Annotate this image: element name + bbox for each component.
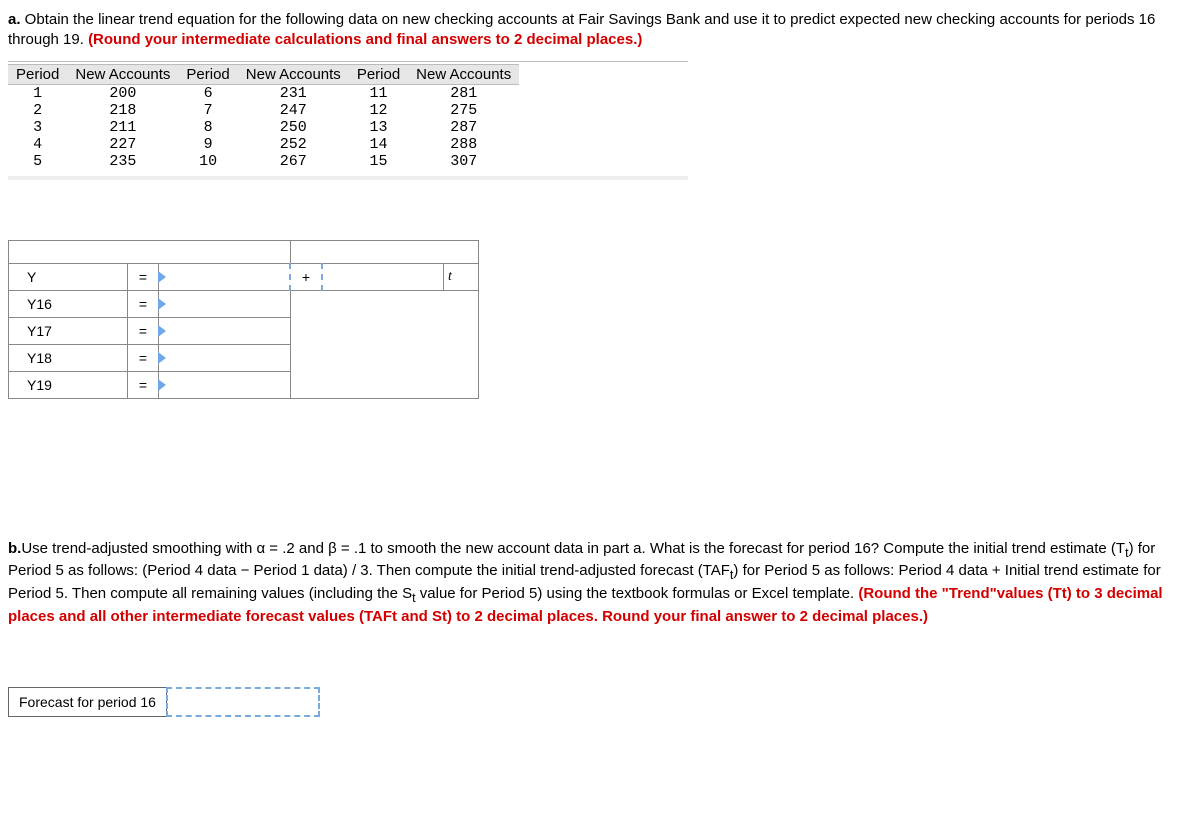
- forecast-row: Forecast for period 16: [8, 687, 1192, 717]
- cell: 12: [349, 102, 408, 119]
- question-b: b.Use trend-adjusted smoothing with α = …: [8, 539, 1192, 628]
- cell: 5: [8, 153, 67, 170]
- h-accounts-1: New Accounts: [67, 64, 178, 84]
- t-variable: t: [444, 263, 479, 290]
- h-period-2: Period: [178, 64, 237, 84]
- forecast-label: Forecast for period 16: [8, 687, 167, 717]
- data-row: 3211825013287: [8, 119, 519, 136]
- h-accounts-2: New Accounts: [238, 64, 349, 84]
- triangle-icon: [158, 325, 166, 337]
- y16-input[interactable]: [159, 290, 291, 317]
- data-row: 1200623111281: [8, 84, 519, 102]
- header-blank-left: [9, 240, 291, 263]
- row-label: Y16: [9, 290, 128, 317]
- equals-sign: =: [128, 317, 159, 344]
- cell: 250: [238, 119, 349, 136]
- cell: 8: [178, 119, 237, 136]
- answer-row-y: Y = + t: [9, 263, 479, 290]
- data-table-top-rule: [8, 61, 688, 62]
- triangle-icon: [158, 352, 166, 364]
- cell: 211: [67, 119, 178, 136]
- equals-sign: =: [128, 344, 159, 371]
- header-blank-right: [290, 240, 479, 263]
- cell: 13: [349, 119, 408, 136]
- cell: 267: [238, 153, 349, 170]
- text-b-1: Use trend-adjusted smoothing with α = .2…: [21, 540, 1125, 557]
- data-row: 4227925214288: [8, 136, 519, 153]
- equals-sign: =: [128, 263, 159, 290]
- cell: 287: [408, 119, 519, 136]
- answer-table: Y = + t Y16 = Y17 = Y18 = Y19 =: [8, 240, 479, 399]
- plus-sign: +: [290, 263, 322, 290]
- row-label: Y19: [9, 371, 128, 398]
- cell: 288: [408, 136, 519, 153]
- h-period-1: Period: [8, 64, 67, 84]
- cell: 4: [8, 136, 67, 153]
- blank-area: [290, 290, 479, 398]
- cell: 281: [408, 84, 519, 102]
- label-a: a.: [8, 11, 21, 28]
- slope-input[interactable]: [322, 263, 444, 290]
- cell: 2: [8, 102, 67, 119]
- intercept-input[interactable]: [159, 263, 291, 290]
- cell: 218: [67, 102, 178, 119]
- row-label: Y: [9, 263, 128, 290]
- cell: 14: [349, 136, 408, 153]
- cell: 200: [67, 84, 178, 102]
- cell: 6: [178, 84, 237, 102]
- cell: 247: [238, 102, 349, 119]
- cell: 275: [408, 102, 519, 119]
- cell: 9: [178, 136, 237, 153]
- cell: 15: [349, 153, 408, 170]
- data-row: 52351026715307: [8, 153, 519, 170]
- cell: 235: [67, 153, 178, 170]
- label-b: b.: [8, 540, 21, 557]
- answer-grid: Y = + t Y16 = Y17 = Y18 = Y19 =: [8, 240, 1192, 399]
- row-label: Y17: [9, 317, 128, 344]
- cell: 227: [67, 136, 178, 153]
- h-accounts-3: New Accounts: [408, 64, 519, 84]
- cell: 10: [178, 153, 237, 170]
- y19-input[interactable]: [159, 371, 291, 398]
- forecast-input[interactable]: [166, 687, 320, 717]
- triangle-icon: [158, 298, 166, 310]
- cell: 231: [238, 84, 349, 102]
- triangle-icon: [158, 379, 166, 391]
- equals-sign: =: [128, 371, 159, 398]
- cell: 11: [349, 84, 408, 102]
- h-period-3: Period: [349, 64, 408, 84]
- cell: 7: [178, 102, 237, 119]
- row-label: Y18: [9, 344, 128, 371]
- cell: 252: [238, 136, 349, 153]
- data-row: 2218724712275: [8, 102, 519, 119]
- y17-input[interactable]: [159, 317, 291, 344]
- equals-sign: =: [128, 290, 159, 317]
- answer-row-y16: Y16 =: [9, 290, 479, 317]
- triangle-icon: [158, 271, 166, 283]
- data-header-row: Period New Accounts Period New Accounts …: [8, 64, 519, 84]
- data-table-wrap: Period New Accounts Period New Accounts …: [8, 64, 688, 180]
- red-a: (Round your intermediate calculations an…: [88, 31, 642, 48]
- question-a: a. Obtain the linear trend equation for …: [8, 10, 1192, 51]
- y18-input[interactable]: [159, 344, 291, 371]
- answer-header-row: [9, 240, 479, 263]
- text-b-4: value for Period 5) using the textbook f…: [416, 585, 859, 602]
- data-table: Period New Accounts Period New Accounts …: [8, 64, 519, 170]
- cell: 3: [8, 119, 67, 136]
- cell: 1: [8, 84, 67, 102]
- cell: 307: [408, 153, 519, 170]
